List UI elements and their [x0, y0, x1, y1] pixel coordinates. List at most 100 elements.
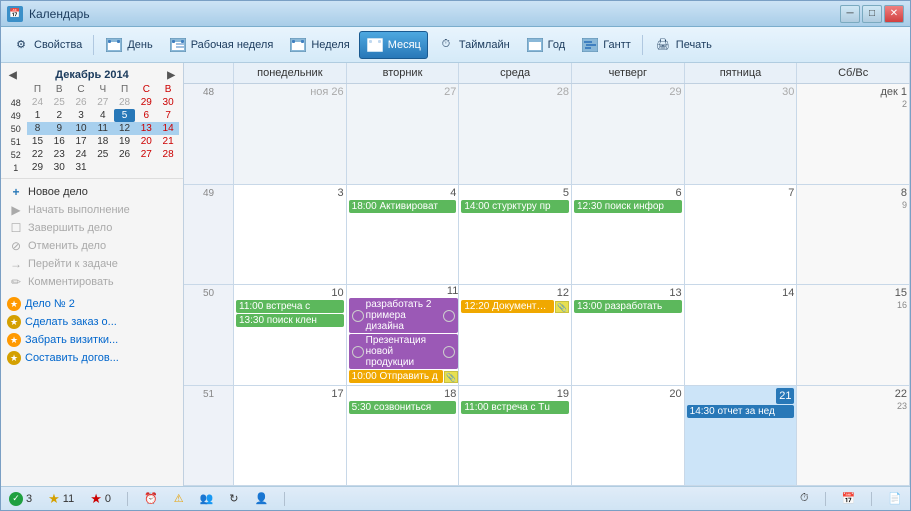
mini-cal-day[interactable]: 23 [48, 148, 70, 161]
task-item-1[interactable]: ★ Дело № 2 [1, 295, 183, 313]
mini-cal-day[interactable]: 6 [135, 109, 157, 122]
event-develop[interactable]: 13:00 разработать [574, 300, 682, 313]
mini-cal-day[interactable]: 9 [48, 122, 70, 135]
mini-cal-day[interactable]: 21 [157, 135, 179, 148]
new-task-action[interactable]: + Новое дело [3, 183, 181, 201]
refresh-status[interactable]: ↻ [229, 492, 238, 505]
day-nov30[interactable]: 30 [685, 84, 798, 184]
next-month-button[interactable]: ▶ [167, 70, 175, 81]
mini-cal-day[interactable]: 26 [70, 96, 92, 109]
mini-cal-day[interactable]: 25 [48, 96, 70, 109]
day-nov28[interactable]: 28 [459, 84, 572, 184]
day-3[interactable]: 3 [234, 185, 347, 285]
day-11[interactable]: 11 разработать 2 примера дизайна Презент… [347, 285, 460, 385]
event-2[interactable]: 14:00 стурктуру пр [461, 200, 569, 213]
day-nov29[interactable]: 29 [572, 84, 685, 184]
day-dec1[interactable]: дек 1 2 [797, 84, 910, 184]
day-nov26[interactable]: ноя 26 [234, 84, 347, 184]
mini-cal-day[interactable]: 19 [114, 135, 136, 148]
mini-cal-day[interactable]: 26 [114, 148, 136, 161]
mini-cal-day[interactable]: 30 [48, 161, 70, 174]
day-8-9[interactable]: 8 9 [797, 185, 910, 285]
mini-cal-day[interactable]: 8 [27, 122, 49, 135]
mini-cal-day[interactable]: 15 [27, 135, 49, 148]
day-12[interactable]: 12 12:20 Документы н 📎 [459, 285, 572, 385]
event-meeting2[interactable]: 11:00 встреча с Тu [461, 401, 569, 414]
task-item-2[interactable]: ★ Сделать заказ о... [1, 313, 183, 331]
day-header-fri: П [114, 83, 136, 96]
day-18[interactable]: 18 5:30 созвониться [347, 386, 460, 486]
day-20[interactable]: 20 [572, 386, 685, 486]
mini-cal-day[interactable]: 28 [114, 96, 136, 109]
minimize-button[interactable]: ─ [840, 5, 860, 23]
event-meeting[interactable]: 11:00 встреча с [236, 300, 344, 313]
mini-cal-day[interactable]: 28 [157, 148, 179, 161]
day-22-23[interactable]: 22 23 [797, 386, 910, 486]
close-button[interactable]: ✕ [884, 5, 904, 23]
mini-cal-day[interactable]: 24 [70, 148, 92, 161]
event-1[interactable]: 18:00 Активироват [349, 200, 457, 213]
mini-cal-day[interactable]: 25 [92, 148, 114, 161]
day-14[interactable]: 14 [685, 285, 798, 385]
properties-button[interactable]: ⚙ Свойства [5, 31, 89, 59]
mini-cal-day[interactable]: 11 [92, 122, 114, 135]
event-docs[interactable]: 12:20 Документы н [461, 300, 554, 313]
mini-cal-day[interactable]: 16 [48, 135, 70, 148]
day-6[interactable]: 6 12:30 поиск инфор [572, 185, 685, 285]
mini-cal-day[interactable]: 2 [48, 109, 70, 122]
print-button[interactable]: 🖨 Печать [647, 31, 719, 59]
mini-cal-day[interactable]: 30 [157, 96, 179, 109]
mini-cal-day[interactable]: 24 [27, 96, 49, 109]
refresh-icon: ↻ [229, 492, 238, 505]
event-design[interactable]: разработать 2 примера дизайна [349, 298, 459, 333]
mini-cal-day[interactable]: 3 [70, 109, 92, 122]
event-search[interactable]: 13:30 поиск клен [236, 314, 344, 327]
maximize-button[interactable]: □ [862, 5, 882, 23]
task-item-3[interactable]: ★ Забрать визитки... [1, 331, 183, 349]
day-10[interactable]: 10 11:00 встреча с 13:30 поиск клен [234, 285, 347, 385]
mini-cal-day[interactable]: 22 [27, 148, 49, 161]
mini-cal-day[interactable]: 29 [27, 161, 49, 174]
day-17[interactable]: 17 [234, 386, 347, 486]
day-19[interactable]: 19 11:00 встреча с Тu [459, 386, 572, 486]
day-button[interactable]: День [98, 31, 159, 59]
day-13[interactable]: 13 13:00 разработать [572, 285, 685, 385]
month-button[interactable]: Месяц [359, 31, 428, 59]
event-report[interactable]: 14:30 отчет за нед [687, 405, 795, 418]
event-3[interactable]: 12:30 поиск инфор [574, 200, 682, 213]
event-presentation[interactable]: Презентация новой продукции [349, 334, 459, 369]
task-item-4[interactable]: ★ Составить догов... [1, 349, 183, 367]
day-5[interactable]: 5 14:00 стурктуру пр [459, 185, 572, 285]
gantt-button[interactable]: Гантт [574, 31, 638, 59]
day-15-16[interactable]: 15 16 [797, 285, 910, 385]
mini-cal-day[interactable]: 27 [135, 148, 157, 161]
week-num-51: 51 [5, 135, 27, 148]
mini-cal-day[interactable]: 10 [70, 122, 92, 135]
day-21[interactable]: 21 14:30 отчет за нед [685, 386, 798, 486]
timeline-button[interactable]: ⏱ Таймлайн [430, 31, 517, 59]
week-button[interactable]: Неделя [282, 31, 356, 59]
day-4[interactable]: 4 18:00 Активироват [347, 185, 460, 285]
mini-cal-day[interactable]: 1 [27, 109, 49, 122]
mini-cal-day[interactable]: 31 [70, 161, 92, 174]
mini-cal-day[interactable]: 27 [92, 96, 114, 109]
prev-month-button[interactable]: ◀ [9, 70, 17, 81]
mini-cal-day[interactable]: 29 [135, 96, 157, 109]
event-call[interactable]: 5:30 созвониться [349, 401, 457, 414]
mini-cal-day[interactable]: 18 [92, 135, 114, 148]
day-nov27[interactable]: 27 [347, 84, 460, 184]
mini-cal-day[interactable]: 17 [70, 135, 92, 148]
mini-cal-day[interactable]: 14 [157, 122, 179, 135]
mini-cal-day[interactable]: 13 [135, 122, 157, 135]
work-week-button[interactable]: Рабочая неделя [162, 31, 281, 59]
mini-cal-day[interactable]: 7 [157, 109, 179, 122]
mini-cal-day[interactable]: 20 [135, 135, 157, 148]
mini-cal-day[interactable]: 12 [114, 122, 136, 135]
event-send[interactable]: 10:00 Отправить д [349, 370, 444, 383]
mini-cal-week-49: 49 1 2 3 4 5 6 7 [5, 109, 179, 122]
mini-cal-day-today[interactable]: 5 [114, 109, 136, 122]
day-7[interactable]: 7 [685, 185, 798, 285]
mini-cal-day[interactable]: 4 [92, 109, 114, 122]
tasks-list[interactable]: ★ Дело № 2 ★ Сделать заказ о... ★ Забрат… [1, 295, 183, 486]
year-button[interactable]: Год [519, 31, 573, 59]
